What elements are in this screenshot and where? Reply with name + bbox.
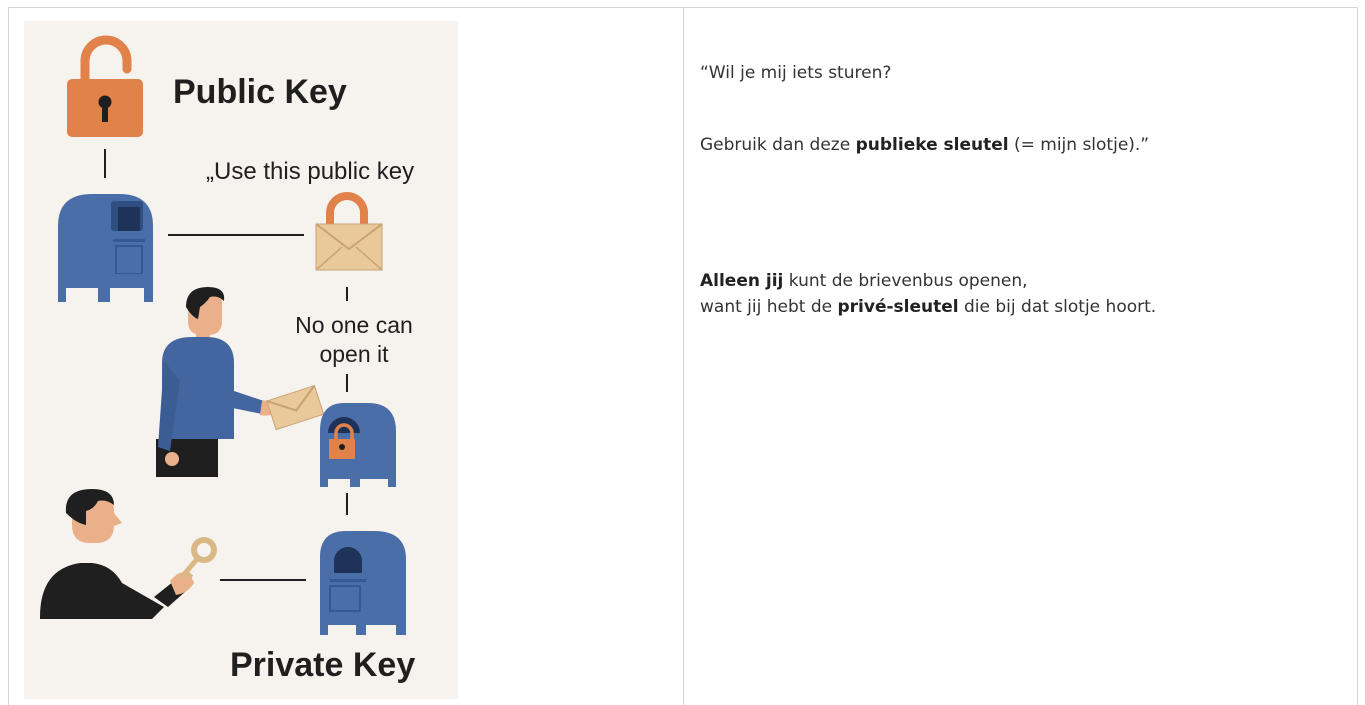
reason-suffix: die bij dat slotje hoort. (958, 297, 1157, 317)
open-padlock-icon (67, 35, 143, 137)
public-key-title: Public Key (173, 73, 347, 111)
table-border-right (1357, 7, 1358, 705)
locked-envelope-icon (315, 192, 383, 271)
question-line: “Wil je mij iets sturen? (700, 60, 891, 86)
private-key-term: privé-sleutel (837, 297, 959, 317)
column-divider (683, 7, 684, 705)
table-border-left (8, 7, 9, 705)
open-mailbox-text: kunt de brievenbus openen, (783, 271, 1028, 291)
key-icon (178, 537, 217, 581)
instruction-suffix: (= mijn slotje).” (1008, 135, 1150, 155)
receiver-person-illustration (40, 489, 194, 619)
question-text: “Wil je mij iets sturen? (700, 63, 892, 83)
mailbox-icon (58, 194, 153, 302)
private-key-title: Private Key (230, 646, 416, 684)
private-key-explanation: Alleen jij kunt de brievenbus openen, wan… (700, 268, 1156, 320)
use-public-key-caption: „Use this public key (206, 158, 415, 185)
instruction-prefix: Gebruik dan deze (700, 135, 856, 155)
public-key-term: publieke sleutel (855, 135, 1009, 155)
public-key-instruction: Gebruik dan deze publieke sleutel (= mij… (700, 132, 1149, 158)
content-table: Public Key „Use this public key No one c… (0, 0, 1365, 705)
sender-person-illustration (156, 287, 276, 477)
reason-prefix: want jij hebt de (700, 297, 838, 317)
public-private-key-illustration: Public Key „Use this public key No one c… (24, 21, 458, 699)
only-you-term: Alleen jij (700, 271, 784, 291)
envelope-icon (266, 385, 325, 431)
locked-mailbox-icon (320, 403, 396, 487)
no-one-can-open-caption: No one can open it (295, 312, 413, 367)
mailbox-icon (320, 531, 406, 635)
